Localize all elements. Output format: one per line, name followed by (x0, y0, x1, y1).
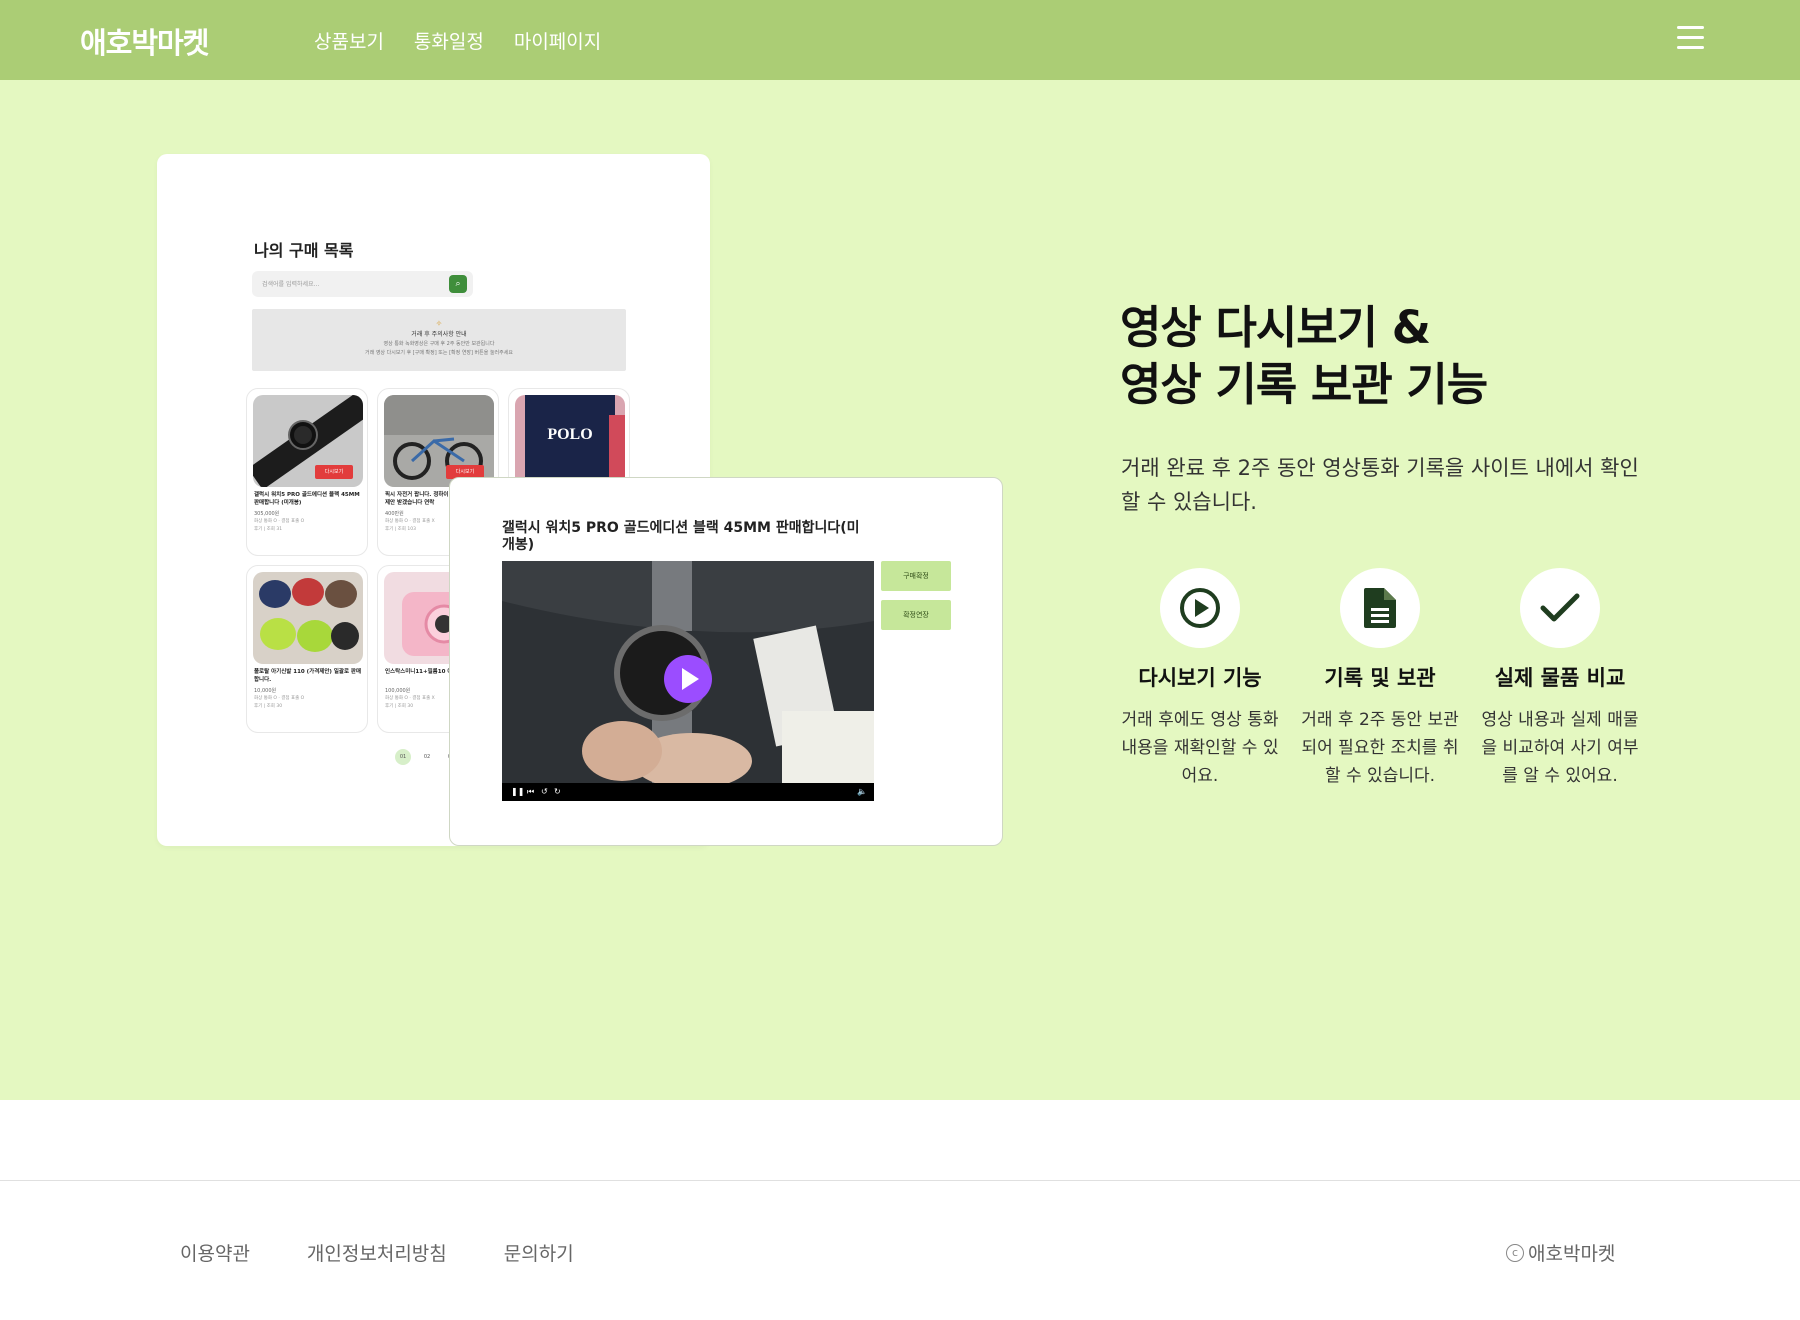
hero-headline-line1: 영상 다시보기 & (1120, 301, 1431, 354)
nav-mypage[interactable]: 마이페이지 (514, 27, 601, 54)
product-stats: 후기 | 조회 30 (385, 704, 414, 709)
product-image (253, 572, 363, 664)
pause-icon[interactable]: ❚❚ (511, 787, 524, 797)
product-price: 305,000원 (254, 511, 280, 517)
search-placeholder: 검색어를 입력하세요... (262, 281, 320, 288)
search-input[interactable]: 검색어를 입력하세요... ⌕ (252, 271, 473, 297)
page-button[interactable]: 01 (395, 749, 411, 765)
play-button-icon[interactable] (664, 655, 712, 703)
notice-box: ✧ 거래 후 주의사항 안내 영상 통화 녹화영상은 구매 후 2주 동안만 보… (252, 309, 626, 371)
product-card[interactable]: 다시보기 갤럭시 워치5 PRO 골드에디션 블랙 45MM 판매합니다 (미개… (246, 388, 368, 556)
video-player[interactable]: ❚❚ ⏮ ↺ ↻ 🔈 (502, 561, 874, 801)
rewind-icon[interactable]: ↺ (541, 787, 548, 797)
feature-desc: 거래 후 2주 동안 보관되어 필요한 조치를 취할 수 있습니다. (1301, 710, 1459, 786)
product-meta: 화상 통화 O · 결점 표출 O (254, 519, 305, 524)
product-image: POLO (515, 395, 625, 487)
contact-link[interactable]: 문의하기 (504, 1239, 574, 1266)
confirm-purchase-button[interactable]: 구매확정 (881, 561, 951, 591)
site-logo[interactable]: 애호박마켓 (80, 20, 209, 62)
main-nav: 상품보기 통화일정 마이페이지 (314, 27, 601, 54)
notice-icon: ✧ (435, 319, 443, 328)
product-stats: 후기 | 조회 31 (254, 527, 283, 532)
forward-icon[interactable]: ↻ (554, 787, 561, 797)
product-meta: 화상 통화 O · 결점 표출 X (385, 519, 435, 524)
video-controls: ❚❚ ⏮ ↺ ↻ 🔈 (502, 783, 874, 801)
purchase-list-title: 나의 구매 목록 (254, 241, 354, 260)
feature-desc: 영상 내용과 실제 매물을 비교하여 사기 여부를 알 수 있어요. (1481, 710, 1639, 786)
feature-desc: 거래 후에도 영상 통화 내용을 재확인할 수 있어요. (1121, 710, 1279, 786)
volume-icon[interactable]: 🔈 (857, 787, 867, 797)
footer: 이용약관 개인정보처리방침 문의하기 c 애호박마켓 (0, 1180, 1800, 1320)
product-card[interactable]: 폴로랄 아기신발 110 (가격제안) 일괄로 판매합니다. 10,000원 화… (246, 565, 368, 733)
video-product-title: 갤럭시 워치5 PRO 골드에디션 블랙 45MM 판매합니다(미개봉) (502, 520, 860, 553)
skip-icon[interactable]: ⏮ (527, 787, 534, 797)
extend-confirm-button[interactable]: 확정연장 (881, 600, 951, 630)
video-replay-mockup: 갤럭시 워치5 PRO 골드에디션 블랙 45MM 판매합니다(미개봉) ❚❚ … (449, 477, 1003, 846)
feature-title: 다시보기 기능 (1138, 666, 1262, 690)
document-icon (1340, 568, 1420, 648)
play-circle-icon (1160, 568, 1240, 648)
nav-call-schedule[interactable]: 통화일정 (414, 27, 484, 54)
nav-products[interactable]: 상품보기 (314, 27, 384, 54)
notice-line: 영상 통화 녹화영상은 구매 후 2주 동안만 보관됩니다 (383, 341, 495, 347)
feature-record-storage: 기록 및 보관 거래 후 2주 동안 보관되어 필요한 조치를 취할 수 있습니… (1300, 568, 1460, 790)
copyright-text: 애호박마켓 (1528, 1243, 1616, 1265)
svg-text:POLO: POLO (547, 426, 592, 443)
product-meta: 화상 통화 O · 결점 표출 O (254, 696, 305, 701)
product-title: 폴로랄 아기신발 110 (가격제안) 일괄로 판매합니다. (254, 669, 362, 683)
hamburger-menu-icon[interactable] (1677, 26, 1704, 50)
copyright: c 애호박마켓 (1506, 1239, 1615, 1266)
copyright-icon: c (1506, 1243, 1524, 1262)
notice-line: 거래 영상 다시보기 후 [구매 확정] 또는 [확정 연장] 버튼을 눌러주세… (365, 350, 513, 356)
privacy-policy-link[interactable]: 개인정보처리방침 (307, 1239, 447, 1266)
terms-link[interactable]: 이용약관 (180, 1239, 250, 1266)
notice-title: 거래 후 주의사항 안내 (411, 331, 467, 338)
top-navbar: 애호박마켓 상품보기 통화일정 마이페이지 (0, 0, 1800, 80)
search-icon[interactable]: ⌕ (449, 275, 467, 293)
page-button[interactable]: 02 (419, 749, 435, 765)
product-stats: 후기 | 조회 103 (385, 527, 416, 532)
product-price: 10,000원 (254, 688, 277, 694)
product-stats: 후기 | 조회 30 (254, 704, 283, 709)
feature-replay: 다시보기 기능 거래 후에도 영상 통화 내용을 재확인할 수 있어요. (1120, 568, 1280, 790)
feature-title: 실제 물품 비교 (1494, 666, 1626, 690)
hero-headline-line2: 영상 기록 보관 기능 (1120, 358, 1488, 411)
hero-headline: 영상 다시보기 & 영상 기록 보관 기능 (1120, 299, 1488, 413)
footer-links: 이용약관 개인정보처리방침 문의하기 (180, 1239, 574, 1266)
feature-item-compare: 실제 물품 비교 영상 내용과 실제 매물을 비교하여 사기 여부를 알 수 있… (1480, 568, 1640, 790)
replay-badge[interactable]: 다시보기 (315, 465, 353, 479)
product-price: 100,000원 (385, 688, 411, 694)
product-price: 400만원 (385, 511, 404, 517)
feature-title: 기록 및 보관 (1324, 666, 1436, 690)
hero-description: 거래 완료 후 2주 동안 영상통화 기록을 사이트 내에서 확인할 수 있습니… (1121, 456, 1639, 514)
checkmark-icon (1520, 568, 1600, 648)
product-title: 갤럭시 워치5 PRO 골드에디션 블랙 45MM 판매합니다 (미개봉) (254, 492, 360, 506)
product-meta: 화상 통화 O · 결점 표출 X (385, 696, 435, 701)
